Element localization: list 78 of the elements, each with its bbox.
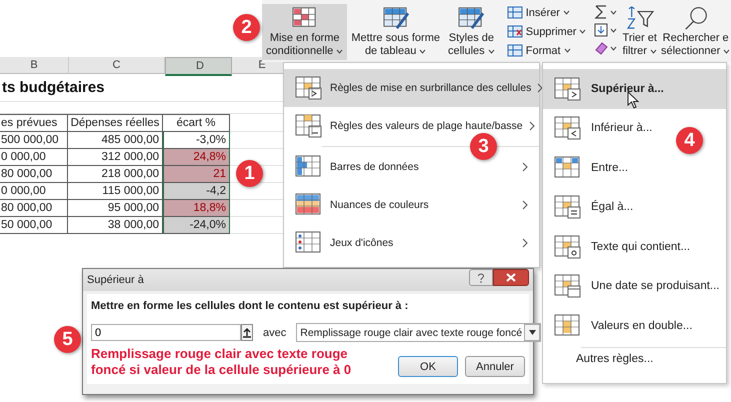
table-cell: 0 000,00 bbox=[0, 183, 68, 200]
table-icon bbox=[506, 44, 523, 57]
table-header: es prévues bbox=[0, 114, 68, 132]
delete-cells-icon bbox=[506, 25, 523, 38]
table-cell: 0 000,00 bbox=[0, 149, 68, 166]
ribbon-button[interactable]: Styles de cellules bbox=[444, 4, 499, 60]
arrow-up-icon bbox=[242, 328, 252, 338]
ribbon-button[interactable]: Mise en forme conditionnelle bbox=[262, 4, 348, 60]
menu-item[interactable]: Une date se produisant... bbox=[543, 266, 726, 306]
value-field[interactable]: 0 bbox=[91, 324, 241, 341]
menu-item[interactable]: Valeurs en double... bbox=[543, 306, 726, 346]
caret-icon bbox=[564, 48, 571, 53]
question-icon bbox=[477, 272, 485, 282]
caret-icon bbox=[650, 48, 657, 54]
caret-icon bbox=[419, 48, 426, 54]
caret-icon bbox=[723, 48, 730, 54]
chevron-right-icon bbox=[522, 200, 529, 210]
caret-icon bbox=[562, 10, 570, 15]
field-label: avec bbox=[263, 326, 286, 338]
menu-item[interactable]: Supérieur à... bbox=[543, 69, 726, 108]
table-cell: 18,8% bbox=[163, 200, 230, 217]
grid-icon bbox=[553, 76, 583, 102]
table-cell: 80 000,00 bbox=[0, 166, 68, 183]
table-cell: 50 000,00 bbox=[0, 217, 68, 234]
menu-item[interactable]: Égal à... bbox=[543, 188, 726, 227]
ribbon-button[interactable]: Format bbox=[506, 42, 586, 59]
table-brush-icon bbox=[456, 6, 486, 30]
menu-item[interactable]: Texte qui contient... bbox=[543, 227, 726, 266]
grid-icon bbox=[553, 273, 583, 300]
sum-icon[interactable] bbox=[594, 4, 618, 20]
eraser-icon[interactable] bbox=[594, 40, 618, 56]
sheet-title: ts budgétaires bbox=[1, 79, 105, 96]
grid-icon bbox=[294, 113, 324, 139]
fill-down-icon[interactable] bbox=[594, 22, 618, 38]
table-icon bbox=[506, 6, 523, 19]
column-header[interactable]: D bbox=[165, 57, 232, 76]
dialog-prompt: Mettre en forme les cellules dont le contenu est supérieur à : bbox=[91, 300, 410, 312]
table-brush-icon bbox=[380, 6, 411, 30]
table-cell: 500 000,00 bbox=[0, 132, 68, 149]
ok-button[interactable]: OK bbox=[398, 356, 458, 377]
grid-icon bbox=[553, 115, 583, 142]
cancel-button[interactable]: Annuler bbox=[465, 356, 525, 377]
format-dropdown[interactable]: Remplissage rouge clair avec texte rouge foncé bbox=[296, 323, 542, 342]
table-header: Dépenses réelles bbox=[68, 114, 163, 132]
dropdown-arrow-icon bbox=[528, 330, 536, 335]
chevron-right-icon bbox=[537, 83, 544, 93]
caret-icon bbox=[488, 48, 495, 54]
ribbon-button[interactable]: Insérer bbox=[506, 4, 586, 21]
chevron-right-icon bbox=[522, 238, 529, 248]
table-cell: -24,0% bbox=[163, 217, 230, 234]
annotation-text: Remplissage rouge clair avec texte rouge foncé si valeur de la cellule supérieure à 0 bbox=[91, 346, 352, 378]
step-badge: 2 bbox=[233, 14, 260, 41]
grid-icon bbox=[294, 75, 324, 101]
caret-icon bbox=[336, 48, 344, 54]
menu-item[interactable]: Nuances de couleurs bbox=[284, 186, 539, 224]
help-button[interactable] bbox=[469, 269, 493, 286]
dialog-title: Supérieur à bbox=[87, 274, 144, 286]
chevron-right-icon bbox=[522, 162, 529, 172]
grid-icon bbox=[553, 234, 583, 260]
menu-item[interactable]: Jeux d'icônes bbox=[284, 224, 539, 262]
table-cell: -3,0% bbox=[163, 132, 230, 149]
ribbon-button[interactable]: Trier et filtrer bbox=[620, 4, 659, 60]
grid-icon bbox=[553, 194, 583, 220]
menu-item[interactable]: Règles de mise en surbrillance des cellules bbox=[284, 69, 539, 107]
table-cell: 80 000,00 bbox=[0, 200, 68, 217]
menu-item[interactable]: Autres règles... bbox=[576, 352, 654, 364]
ribbon-button[interactable]: Rechercher e sélectionner bbox=[658, 4, 731, 60]
column-header[interactable]: B bbox=[0, 57, 69, 73]
close-button[interactable] bbox=[493, 269, 529, 286]
ribbon-button[interactable]: Mettre sous forme de tableau bbox=[347, 4, 444, 60]
close-icon bbox=[506, 273, 516, 282]
ribbon-button[interactable]: Supprimer bbox=[506, 23, 586, 40]
chevron-right-icon bbox=[528, 121, 536, 131]
caret-icon bbox=[579, 29, 586, 34]
range-picker-button[interactable] bbox=[241, 324, 253, 341]
table-cell: 21 bbox=[163, 166, 230, 183]
table-cell: 24,8% bbox=[163, 149, 230, 166]
table-cell: -4,2 bbox=[163, 183, 230, 200]
